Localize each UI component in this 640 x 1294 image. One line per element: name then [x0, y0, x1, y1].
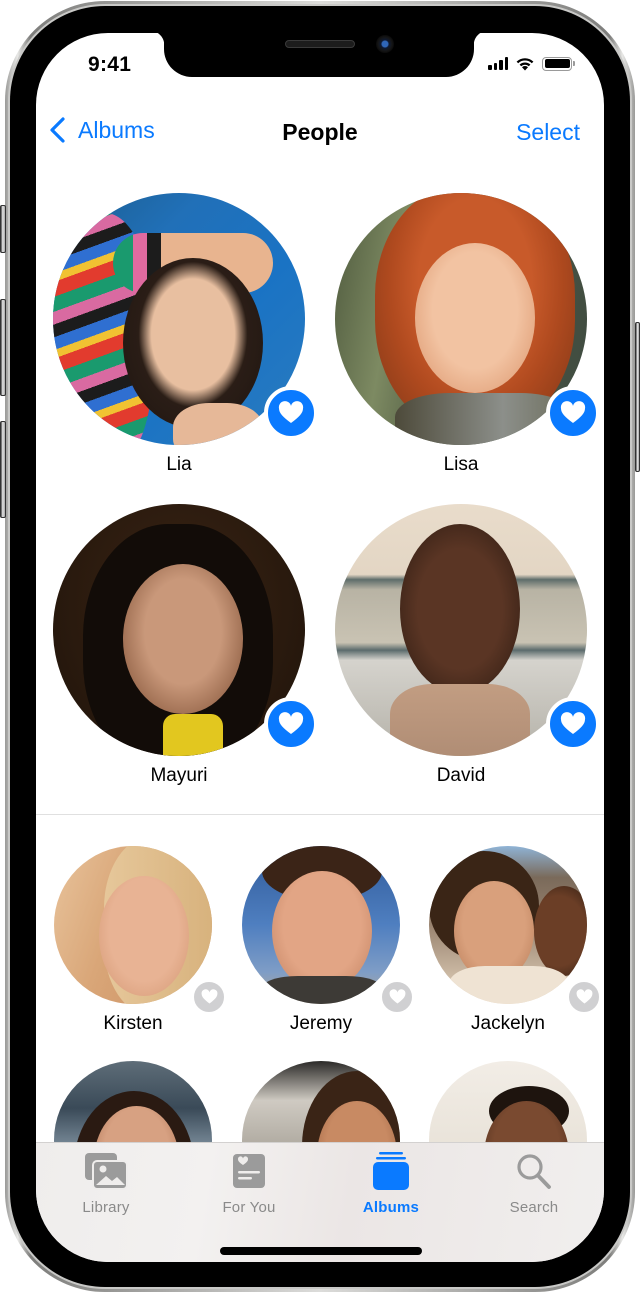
heart-outline-icon: [389, 989, 405, 1004]
screen: 9:41 Albums People Select Lia Lisa Mayur…: [36, 33, 604, 1262]
person-name: Jackelyn: [471, 1013, 545, 1034]
for-you-icon: [233, 1154, 265, 1188]
select-button[interactable]: Select: [516, 119, 580, 146]
back-label: Albums: [78, 116, 155, 143]
heart-icon: [560, 712, 586, 734]
tab-library[interactable]: Library: [46, 1151, 166, 1216]
albums-icon: [373, 1152, 409, 1190]
tab-label: Albums: [362, 1199, 420, 1216]
navigation-bar: Albums People Select: [36, 111, 604, 155]
status-icons: [488, 56, 575, 71]
person-lia[interactable]: Lia: [53, 193, 318, 475]
person-name: Jeremy: [289, 1013, 353, 1034]
avatar-photo[interactable]: [242, 846, 400, 1004]
favorite-badge[interactable]: [546, 697, 600, 751]
person-mayuri[interactable]: Mayuri: [53, 504, 318, 786]
tab-label: Search: [509, 1199, 559, 1216]
favorite-badge[interactable]: [380, 980, 414, 1014]
person-name: Lisa: [443, 454, 479, 475]
person-name: Lia: [166, 454, 192, 475]
person-jackelyn[interactable]: Jackelyn: [429, 846, 601, 1034]
volume-up-button: [0, 299, 6, 396]
cellular-signal-icon: [488, 57, 508, 70]
power-button: [635, 322, 640, 472]
person-lisa[interactable]: Lisa: [335, 193, 600, 475]
section-divider: [36, 814, 604, 815]
photo-library-icon: [85, 1153, 128, 1190]
search-icon: [517, 1154, 551, 1189]
heart-icon: [278, 712, 304, 734]
back-button[interactable]: Albums: [48, 116, 155, 144]
avatar-photo[interactable]: [429, 846, 587, 1004]
volume-down-button: [0, 421, 6, 518]
favorite-badge[interactable]: [264, 386, 318, 440]
person-name: David: [436, 765, 486, 786]
person-name: Kirsten: [103, 1013, 163, 1034]
tab-bar: Library For You Albums Search: [36, 1142, 604, 1262]
favorite-badge[interactable]: [546, 386, 600, 440]
tab-albums[interactable]: Albums: [331, 1151, 451, 1216]
tab-label: For You: [222, 1199, 276, 1216]
avatar-photo[interactable]: [54, 846, 212, 1004]
status-time: 9:41: [88, 53, 132, 76]
tab-label: Library: [82, 1199, 130, 1216]
heart-icon: [278, 401, 304, 423]
person-kirsten[interactable]: Kirsten: [54, 846, 226, 1034]
heart-icon: [560, 401, 586, 423]
tab-for-you[interactable]: For You: [189, 1151, 309, 1216]
person-david[interactable]: David: [335, 504, 600, 786]
person-jeremy[interactable]: Jeremy: [242, 846, 414, 1034]
favorite-badge[interactable]: [264, 697, 318, 751]
wifi-icon: [516, 58, 534, 71]
favorite-badge[interactable]: [567, 980, 601, 1014]
home-indicator[interactable]: [220, 1247, 422, 1255]
silent-switch: [0, 205, 6, 253]
tab-search[interactable]: Search: [474, 1151, 594, 1216]
heart-outline-icon: [201, 989, 217, 1004]
battery-icon: [542, 56, 575, 71]
favorite-badge[interactable]: [192, 980, 226, 1014]
status-bar: 9:41: [36, 33, 604, 79]
heart-outline-icon: [576, 989, 592, 1004]
person-name: Mayuri: [150, 765, 208, 786]
chevron-left-icon: [50, 117, 65, 143]
